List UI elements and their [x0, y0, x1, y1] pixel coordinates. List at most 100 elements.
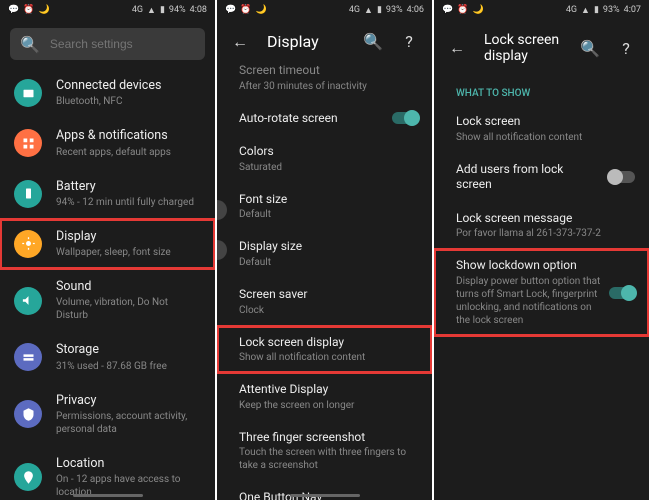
- alarm-icon: ⏰: [240, 5, 251, 15]
- display-setting[interactable]: ColorsSaturated: [217, 135, 432, 183]
- toggle-switch[interactable]: [609, 171, 635, 183]
- display-setting[interactable]: Attentive DisplayKeep the screen on long…: [217, 373, 432, 421]
- setting-title: Show lockdown option: [456, 258, 601, 274]
- item-subtitle: 94% - 12 min until fully charged: [56, 196, 201, 209]
- back-icon[interactable]: ←: [448, 39, 466, 57]
- display-setting[interactable]: Screen timeoutAfter 30 minutes of inacti…: [217, 63, 432, 102]
- dnd-icon: 🌙: [38, 5, 49, 15]
- display-setting[interactable]: Auto-rotate screen: [217, 102, 432, 136]
- storage-icon: [14, 343, 42, 371]
- setting-subtitle: Por favor llama al 261-373-737-2: [456, 227, 631, 240]
- network-label: 4G: [566, 5, 577, 15]
- setting-subtitle: Show all notification content: [239, 351, 414, 364]
- display-setting[interactable]: Lock screen displayShow all notification…: [217, 326, 432, 374]
- nav-indicator[interactable]: [73, 494, 143, 497]
- setting-title: Screen saver: [239, 287, 414, 303]
- back-icon[interactable]: ←: [231, 33, 249, 51]
- chat-icon: 💬: [8, 5, 19, 15]
- item-subtitle: Wallpaper, sleep, font size: [56, 246, 201, 259]
- statusbar: 💬 ⏰ 🌙 4G ▲ ▮ 94% 4:08: [0, 0, 215, 20]
- toggle-switch[interactable]: [392, 112, 418, 124]
- search-icon: 🔍: [20, 35, 40, 54]
- settings-item-devices[interactable]: Connected devices Bluetooth, NFC: [0, 68, 215, 118]
- nav-indicator[interactable]: [290, 494, 360, 497]
- battery-icon: ▮: [160, 5, 165, 15]
- page-title: Lock screen display: [484, 32, 563, 64]
- alarm-icon: ⏰: [23, 5, 34, 15]
- battery-icon: ▮: [377, 5, 382, 15]
- setting-subtitle: Default: [239, 208, 414, 221]
- battery-pct: 93%: [386, 5, 403, 15]
- setting-subtitle: Display power button option that turns o…: [456, 275, 601, 327]
- setting-subtitle: Touch the screen with three fingers to t…: [239, 446, 414, 472]
- settings-item-battery[interactable]: Battery 94% - 12 min until fully charged: [0, 169, 215, 219]
- item-subtitle: Volume, vibration, Do Not Disturb: [56, 296, 201, 322]
- item-subtitle: Recent apps, default apps: [56, 146, 201, 159]
- header: ← Display 🔍 ?: [217, 20, 432, 63]
- battery-icon: [14, 180, 42, 208]
- setting-title: Auto-rotate screen: [239, 111, 414, 127]
- search-icon[interactable]: 🔍: [364, 33, 382, 51]
- help-icon[interactable]: ?: [617, 39, 635, 57]
- setting-title: Attentive Display: [239, 382, 414, 398]
- lockscreen-setting[interactable]: Lock screen messagePor favor llama al 26…: [434, 202, 649, 250]
- lockscreen-setting[interactable]: Show lockdown optionDisplay power button…: [434, 249, 649, 336]
- privacy-icon: [14, 400, 42, 428]
- setting-title: Display size: [239, 239, 414, 255]
- settings-item-location[interactable]: Location On - 12 apps have access to loc…: [0, 446, 215, 500]
- setting-title: Colors: [239, 144, 414, 160]
- signal-icon: ▲: [581, 5, 590, 16]
- item-title: Battery: [56, 179, 201, 195]
- display-setting[interactable]: Screen saverClock: [217, 278, 432, 326]
- statusbar: 💬 ⏰ 🌙 4G ▲ ▮ 93% 4:06: [217, 0, 432, 20]
- display-setting[interactable]: Display sizeDefault: [217, 230, 432, 278]
- sound-icon: [14, 287, 42, 315]
- search-icon[interactable]: 🔍: [581, 39, 599, 57]
- phone-lockscreen-settings: 💬 ⏰ 🌙 4G ▲ ▮ 93% 4:07 ← Lock screen disp…: [434, 0, 649, 500]
- settings-item-sound[interactable]: Sound Volume, vibration, Do Not Disturb: [0, 269, 215, 332]
- display-setting[interactable]: One Button NavNavigate with gestures: [217, 481, 432, 500]
- display-icon: [14, 230, 42, 258]
- item-title: Privacy: [56, 393, 201, 409]
- lockscreen-list: Lock screenShow all notification content…: [434, 105, 649, 500]
- statusbar: 💬 ⏰ 🌙 4G ▲ ▮ 93% 4:07: [434, 0, 649, 20]
- display-list: Screen timeoutAfter 30 minutes of inacti…: [217, 63, 432, 500]
- settings-item-privacy[interactable]: Privacy Permissions, account activity, p…: [0, 383, 215, 446]
- location-icon: [14, 463, 42, 491]
- network-label: 4G: [349, 5, 360, 15]
- clock: 4:06: [407, 5, 424, 15]
- setting-title: Lock screen: [456, 114, 631, 130]
- settings-item-storage[interactable]: Storage 31% used - 87.68 GB free: [0, 332, 215, 382]
- item-subtitle: Permissions, account activity, personal …: [56, 410, 201, 436]
- toggle-switch[interactable]: [609, 287, 635, 299]
- lockscreen-setting[interactable]: Add users from lock screen: [434, 153, 649, 202]
- item-subtitle: 31% used - 87.68 GB free: [56, 360, 201, 373]
- setting-subtitle: Saturated: [239, 161, 414, 174]
- setting-subtitle: Show all notification content: [456, 131, 631, 144]
- setting-subtitle: Clock: [239, 304, 414, 317]
- setting-title: Screen timeout: [239, 63, 414, 79]
- dnd-icon: 🌙: [472, 5, 483, 15]
- chat-icon: 💬: [442, 5, 453, 15]
- phone-settings-main: 💬 ⏰ 🌙 4G ▲ ▮ 94% 4:08 🔍 Connected device…: [0, 0, 215, 500]
- battery-icon: ▮: [594, 5, 599, 15]
- network-label: 4G: [132, 5, 143, 15]
- setting-subtitle: Default: [239, 256, 414, 269]
- apps-icon: [14, 129, 42, 157]
- battery-pct: 94%: [169, 5, 186, 15]
- lockscreen-setting[interactable]: Lock screenShow all notification content: [434, 105, 649, 153]
- search-input[interactable]: [50, 37, 195, 51]
- phone-display-settings: 💬 ⏰ 🌙 4G ▲ ▮ 93% 4:06 ← Display 🔍 ? Scre…: [217, 0, 432, 500]
- header: ← Lock screen display 🔍 ?: [434, 20, 649, 76]
- setting-title: Lock screen message: [456, 211, 631, 227]
- search-bar[interactable]: 🔍: [10, 28, 205, 60]
- settings-item-apps[interactable]: Apps & notifications Recent apps, defaul…: [0, 118, 215, 168]
- display-setting[interactable]: Font sizeDefault: [217, 183, 432, 231]
- help-icon[interactable]: ?: [400, 33, 418, 51]
- item-title: Connected devices: [56, 78, 201, 94]
- settings-list: Connected devices Bluetooth, NFC Apps & …: [0, 68, 215, 500]
- display-setting[interactable]: Three finger screenshotTouch the screen …: [217, 421, 432, 482]
- settings-item-display[interactable]: Display Wallpaper, sleep, font size: [0, 219, 215, 269]
- section-label: WHAT TO SHOW: [434, 76, 649, 105]
- signal-icon: ▲: [364, 5, 373, 16]
